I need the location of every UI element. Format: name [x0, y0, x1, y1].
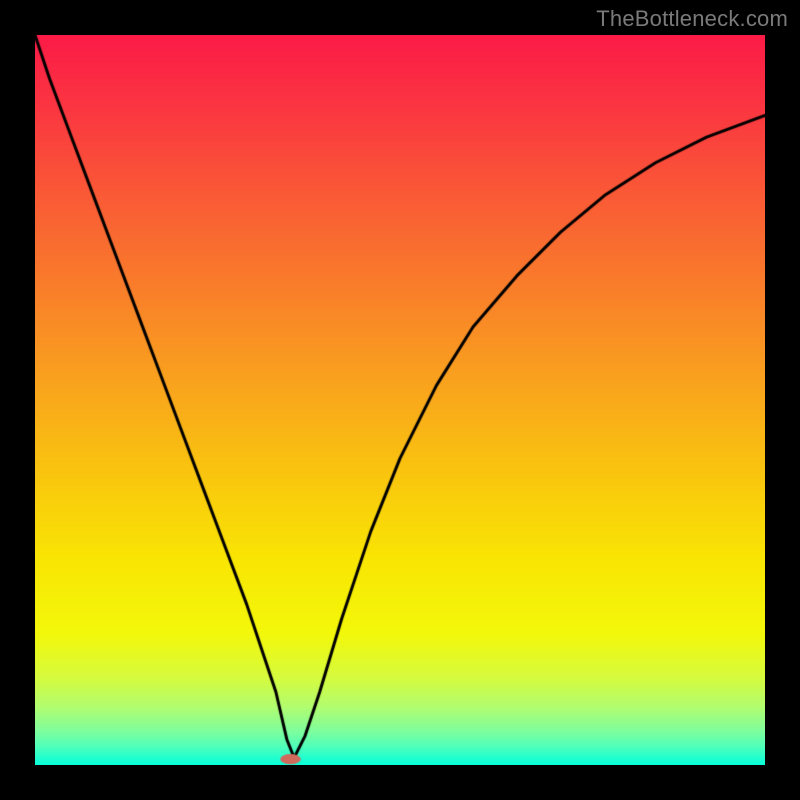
bottleneck-chart: [35, 35, 765, 765]
watermark-text: TheBottleneck.com: [596, 6, 788, 32]
outer-frame: TheBottleneck.com: [0, 0, 800, 800]
